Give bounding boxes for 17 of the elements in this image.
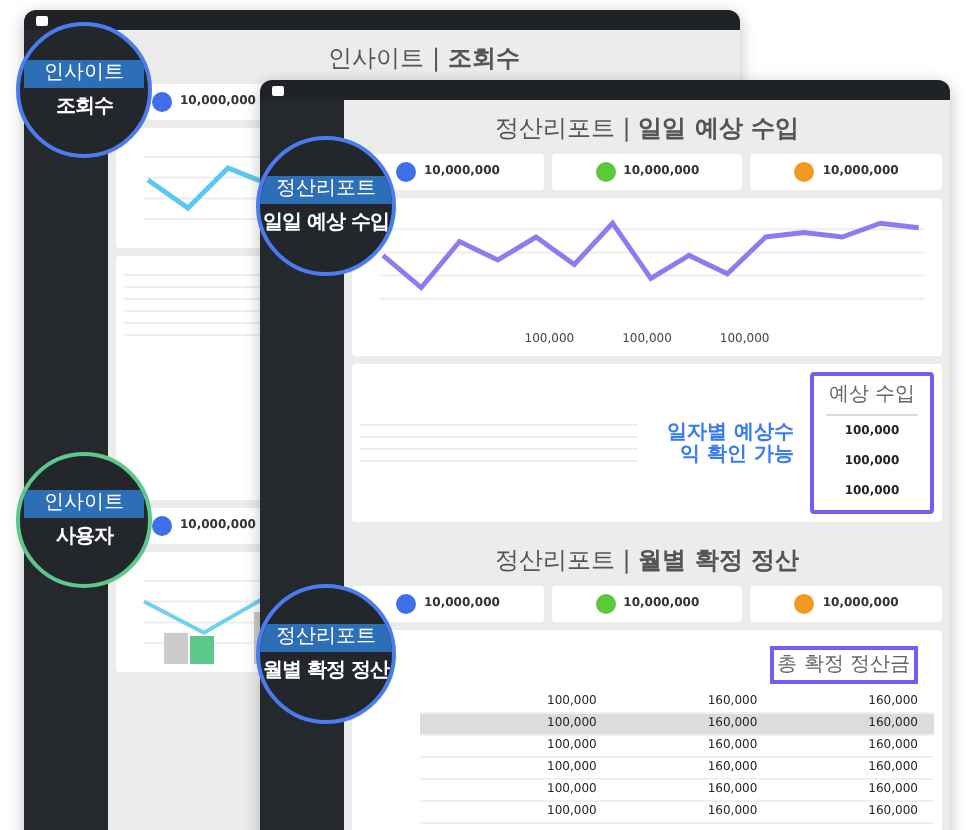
callout-note: 일자별 예상수익 확인 가능 (665, 421, 794, 466)
menu-section[interactable]: 정산리포트 (260, 176, 392, 204)
menu-section[interactable]: 인사이트 (24, 490, 144, 518)
menu-item[interactable]: 사용자 (55, 526, 113, 550)
column-header: 총 확정 정산금 (769, 646, 918, 685)
column-header: 예상 수입 (826, 380, 918, 417)
menu-item[interactable]: 월별 확정 정산 (263, 660, 389, 684)
chart-bar (164, 632, 188, 664)
logo-icon (272, 85, 284, 95)
page-title: 정산리포트 | 월별 확정 정산 (492, 544, 802, 578)
page-title: 정산리포트 | 일일 예상 수입 (492, 112, 802, 146)
menu-item[interactable]: 일일 예상 수입 (263, 212, 389, 236)
page-title: 인사이트 | 조회수 (326, 42, 522, 76)
logo-icon (36, 15, 48, 25)
menu-item[interactable]: 조회수 (55, 96, 113, 120)
menu-section[interactable]: 인사이트 (24, 60, 144, 88)
menu-section[interactable]: 정산리포트 (260, 624, 392, 652)
